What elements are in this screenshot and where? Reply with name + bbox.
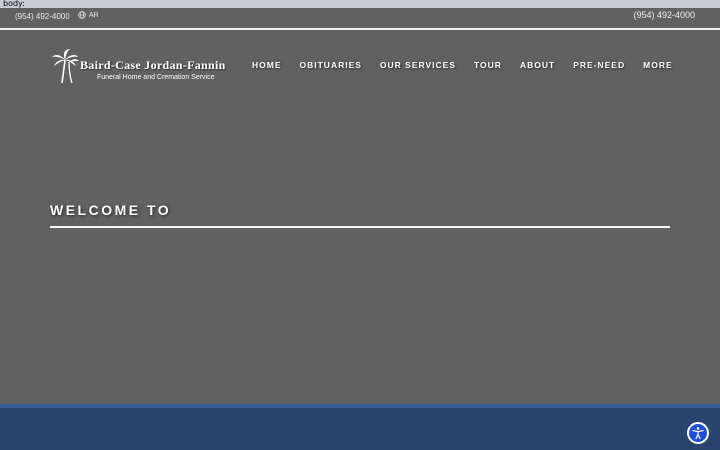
nav-about[interactable]: ABOUT bbox=[520, 60, 555, 70]
nav-tour[interactable]: TOUR bbox=[474, 60, 502, 70]
nav-more[interactable]: MORE bbox=[643, 60, 673, 70]
nav-obituaries[interactable]: OBITUARIES bbox=[300, 60, 362, 70]
hero-divider bbox=[50, 226, 670, 228]
debug-label: body: bbox=[0, 0, 720, 8]
site-header: Baird-Case Jordan-Fannin Funeral Home an… bbox=[0, 32, 720, 102]
phone-link-top[interactable]: (954) 492-4000 bbox=[15, 12, 70, 21]
phone-link-header[interactable]: (954) 492-4000 bbox=[633, 10, 695, 20]
site-logo[interactable]: Baird-Case Jordan-Fannin Funeral Home an… bbox=[50, 48, 250, 88]
hero-heading: WELCOME TO bbox=[50, 202, 172, 218]
nav-our-services[interactable]: OUR SERVICES bbox=[380, 60, 456, 70]
language-label: AR bbox=[89, 11, 99, 19]
palm-tree-icon bbox=[52, 49, 79, 84]
nav-pre-need[interactable]: PRE-NEED bbox=[573, 60, 625, 70]
language-selector[interactable]: AR bbox=[78, 11, 99, 19]
logo-name: Baird-Case Jordan-Fannin bbox=[80, 58, 226, 72]
top-bar: (954) 492-4000 AR (954) 492-4000 bbox=[0, 8, 720, 30]
globe-icon bbox=[78, 11, 86, 19]
accessibility-icon bbox=[692, 427, 704, 440]
accessibility-button[interactable] bbox=[687, 422, 709, 444]
logo-subtitle: Funeral Home and Cremation Service bbox=[97, 74, 215, 81]
main-nav: HOME OBITUARIES OUR SERVICES TOUR ABOUT … bbox=[252, 60, 673, 70]
footer-bar bbox=[0, 404, 720, 450]
nav-home[interactable]: HOME bbox=[252, 60, 282, 70]
